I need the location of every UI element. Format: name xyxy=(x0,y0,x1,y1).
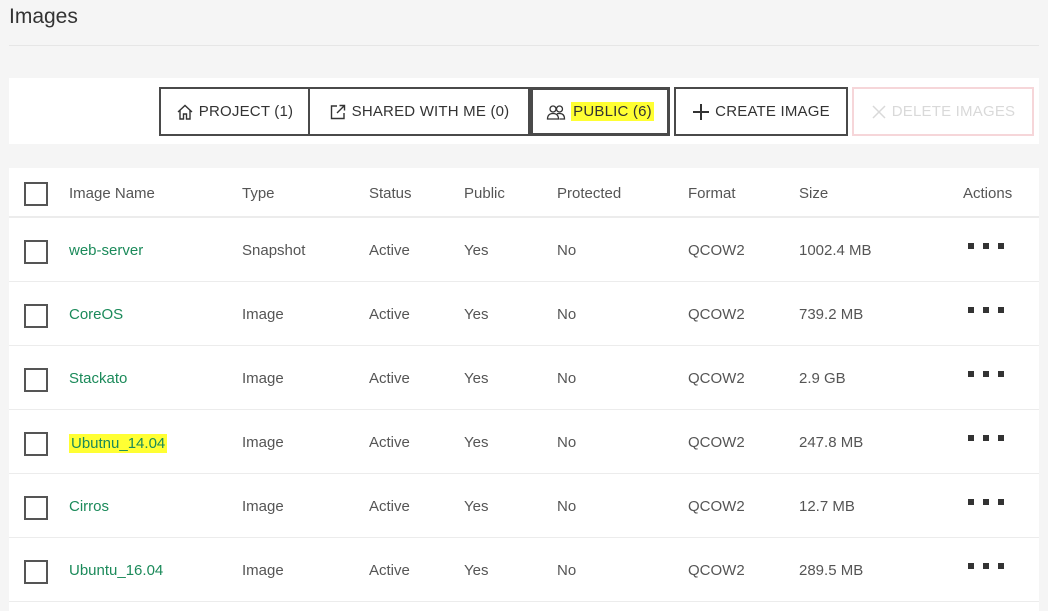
users-icon xyxy=(546,103,566,121)
image-status: Active xyxy=(369,306,410,323)
more-actions-icon[interactable] xyxy=(968,307,1004,313)
image-status: Active xyxy=(369,562,410,579)
create-image-label: CREATE IMAGE xyxy=(715,103,830,120)
image-protected: No xyxy=(557,370,577,387)
image-protected: No xyxy=(557,434,577,451)
filter-project-label: PROJECT (1) xyxy=(198,103,294,120)
image-size: 739.2 MB xyxy=(799,306,864,323)
column-header-public[interactable]: Public xyxy=(464,185,505,202)
image-name-link[interactable]: Stackato xyxy=(69,370,127,387)
filter-shared-label: SHARED WITH ME (0) xyxy=(351,103,510,120)
image-protected: No xyxy=(557,306,577,323)
image-status: Active xyxy=(369,370,410,387)
image-public: Yes xyxy=(464,434,489,451)
external-link-icon xyxy=(329,103,347,121)
delete-images-button[interactable]: DELETE IMAGES xyxy=(852,87,1034,136)
column-header-actions: Actions xyxy=(963,185,1013,202)
filter-public-label: PUBLIC (6) xyxy=(571,102,654,121)
plus-icon xyxy=(692,103,710,121)
delete-images-label: DELETE IMAGES xyxy=(891,103,1016,120)
row-checkbox[interactable] xyxy=(24,304,48,328)
create-image-button[interactable]: CREATE IMAGE xyxy=(674,87,848,136)
image-size: 1002.4 MB xyxy=(799,242,872,259)
filter-group: PROJECT (1) SHARED WITH ME (0) PUBLIC (6… xyxy=(159,87,670,136)
image-name-link[interactable]: Cirros xyxy=(69,498,109,515)
filter-public-button[interactable]: PUBLIC (6) xyxy=(530,87,670,136)
image-name-link[interactable]: CoreOS xyxy=(69,306,123,323)
row-checkbox[interactable] xyxy=(24,432,48,456)
image-public: Yes xyxy=(464,562,489,579)
column-header-status[interactable]: Status xyxy=(369,185,412,202)
image-format: QCOW2 xyxy=(688,498,745,515)
image-status: Active xyxy=(369,242,410,259)
more-actions-icon[interactable] xyxy=(968,371,1004,377)
image-format: QCOW2 xyxy=(688,242,745,259)
toolbar: PROJECT (1) SHARED WITH ME (0) PUBLIC (6… xyxy=(9,78,1039,144)
table-row: Cirros Image Active Yes No QCOW2 12.7 MB xyxy=(9,474,1039,538)
row-checkbox[interactable] xyxy=(24,560,48,584)
image-protected: No xyxy=(557,562,577,579)
image-name-link[interactable]: web-server xyxy=(69,242,143,259)
image-type: Image xyxy=(242,370,284,387)
select-all-checkbox[interactable] xyxy=(24,182,48,206)
more-actions-icon[interactable] xyxy=(968,243,1004,249)
image-public: Yes xyxy=(464,306,489,323)
image-format: QCOW2 xyxy=(688,434,745,451)
row-checkbox[interactable] xyxy=(24,240,48,264)
home-icon xyxy=(176,103,194,121)
filter-shared-button[interactable]: SHARED WITH ME (0) xyxy=(310,87,530,136)
page-title: Images xyxy=(9,5,78,28)
close-icon xyxy=(871,104,887,120)
image-public: Yes xyxy=(464,498,489,515)
image-type: Image xyxy=(242,306,284,323)
image-protected: No xyxy=(557,498,577,515)
image-format: QCOW2 xyxy=(688,562,745,579)
table-row: Ubuntu_16.04 Image Active Yes No QCOW2 2… xyxy=(9,538,1039,602)
image-public: Yes xyxy=(464,370,489,387)
image-name-link[interactable]: Ubuntu_16.04 xyxy=(69,562,163,579)
image-protected: No xyxy=(557,242,577,259)
more-actions-icon[interactable] xyxy=(968,499,1004,505)
image-size: 2.9 GB xyxy=(799,370,846,387)
column-header-type[interactable]: Type xyxy=(242,185,275,202)
image-size: 247.8 MB xyxy=(799,434,864,451)
more-actions-icon[interactable] xyxy=(968,435,1004,441)
column-header-protected[interactable]: Protected xyxy=(557,185,621,202)
images-table: Image Name Type Status Public Protected … xyxy=(9,168,1039,611)
table-row: CoreOS Image Active Yes No QCOW2 739.2 M… xyxy=(9,282,1039,346)
title-divider xyxy=(9,45,1039,46)
image-public: Yes xyxy=(464,242,489,259)
image-status: Active xyxy=(369,498,410,515)
more-actions-icon[interactable] xyxy=(968,563,1004,569)
column-header-name[interactable]: Image Name xyxy=(69,185,155,202)
image-type: Snapshot xyxy=(242,242,306,259)
table-row: Stackato Image Active Yes No QCOW2 2.9 G… xyxy=(9,346,1039,410)
filter-project-button[interactable]: PROJECT (1) xyxy=(159,87,310,136)
image-format: QCOW2 xyxy=(688,370,745,387)
image-type: Image xyxy=(242,498,284,515)
image-status: Active xyxy=(369,434,410,451)
image-size: 12.7 MB xyxy=(799,498,855,515)
table-row: Ubutnu_14.04 Image Active Yes No QCOW2 2… xyxy=(9,410,1039,474)
table-row: web-server Snapshot Active Yes No QCOW2 … xyxy=(9,218,1039,282)
image-type: Image xyxy=(242,434,284,451)
row-checkbox[interactable] xyxy=(24,368,48,392)
table-header-row: Image Name Type Status Public Protected … xyxy=(9,168,1039,218)
image-size: 289.5 MB xyxy=(799,562,864,579)
image-format: QCOW2 xyxy=(688,306,745,323)
image-type: Image xyxy=(242,562,284,579)
column-header-format[interactable]: Format xyxy=(688,185,736,202)
column-header-size[interactable]: Size xyxy=(799,185,828,202)
row-checkbox[interactable] xyxy=(24,496,48,520)
image-name-link[interactable]: Ubutnu_14.04 xyxy=(69,434,168,453)
